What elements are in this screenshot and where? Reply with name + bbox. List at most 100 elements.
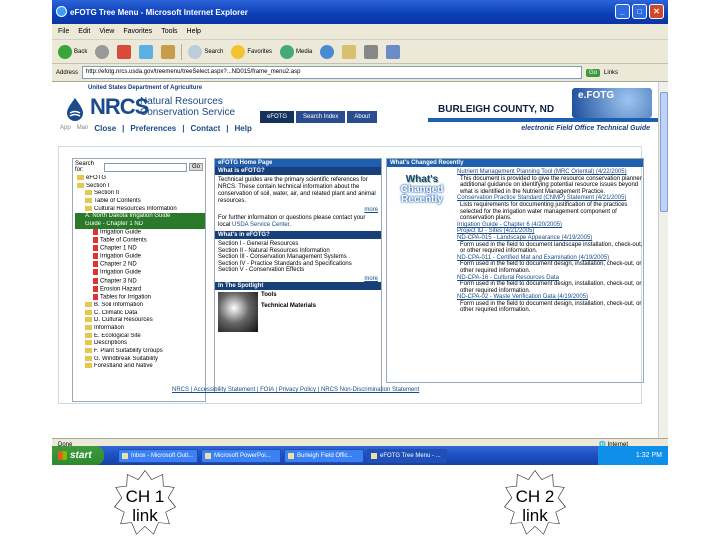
- back-button[interactable]: Back: [56, 44, 89, 59]
- edit-button[interactable]: [384, 44, 402, 59]
- tree-item[interactable]: Forestland and Native: [75, 363, 205, 371]
- tree-item[interactable]: Irrigation Guide: [75, 269, 205, 277]
- nrcs-subtitle: Natural Resources Conservation Service: [140, 96, 236, 118]
- changed-item-link[interactable]: ND-CPA-015 - Landscape Appearance (4/19/…: [457, 235, 643, 242]
- media-icon: [280, 44, 295, 59]
- inside-list-item[interactable]: Section V - Conservation Effects: [218, 267, 378, 274]
- stop-button[interactable]: [115, 44, 133, 59]
- whats-changed-graphic: What's Changed Recently: [389, 171, 455, 217]
- mail-button[interactable]: [340, 44, 358, 59]
- inside-list-item[interactable]: Section III - Conservation Management Sy…: [218, 254, 378, 261]
- taskbar-item[interactable]: eFOTG Tree Menu - ...: [367, 448, 447, 463]
- inside-list-item[interactable]: Section I - General Resources: [218, 241, 378, 248]
- tree-item[interactable]: Section II: [75, 190, 205, 198]
- tree-item[interactable]: Cultural Resources Information: [75, 206, 205, 214]
- callout-ch1-line1: CH 1: [125, 487, 165, 506]
- usda-label: United States Department of Agriculture: [88, 85, 203, 91]
- toolbar: Back Search Favorites Media: [52, 40, 668, 64]
- spot-tools[interactable]: Tools: [261, 292, 277, 298]
- changed-item-link[interactable]: Project ID - Sites (4/21/2005): [457, 228, 643, 235]
- tree-item[interactable]: Table of Contents: [75, 237, 205, 245]
- tree-item[interactable]: Erosion Hazard: [75, 286, 205, 294]
- search-go-button[interactable]: Go: [188, 163, 203, 171]
- menu-tools[interactable]: Tools: [161, 28, 177, 35]
- minimize-button[interactable]: _: [615, 4, 630, 19]
- taskbar-item[interactable]: Burleigh Field Offic...: [284, 448, 364, 463]
- changed-item-text: This document is provided to give the re…: [460, 175, 642, 195]
- app-label: App: [60, 125, 71, 131]
- tree-menu: eFOTG Section I Section II Table of Content…: [73, 175, 205, 371]
- media-button[interactable]: Media: [278, 44, 314, 59]
- spotlight-section: Tools Technical Materials: [215, 290, 381, 332]
- changed-item-link[interactable]: ND-CPA-02 - Waste Verification Data (4/1…: [457, 294, 643, 301]
- star-icon: [231, 44, 246, 59]
- tree-item[interactable]: Table of Contents: [75, 198, 205, 206]
- tree-item[interactable]: Chapter 3 ND: [75, 278, 205, 286]
- address-input[interactable]: http://efotg.nrcs.usda.gov/treemenu/tree…: [82, 66, 583, 79]
- inside-list-item[interactable]: Section II - Natural Resources Informati…: [218, 248, 378, 255]
- print-button[interactable]: [362, 44, 380, 59]
- link-preferences[interactable]: Preferences: [130, 124, 176, 133]
- callout-ch2-line2: link: [522, 506, 548, 525]
- tree-item[interactable]: E. Ecological Site: [75, 333, 205, 341]
- search-button[interactable]: Search: [186, 44, 225, 59]
- changed-item-link[interactable]: ND-CPA-011 - Certified Mat and Examinati…: [457, 255, 643, 262]
- footer-links[interactable]: NRCS | Accessibility Statement | FOIA | …: [172, 387, 419, 393]
- changed-item-link[interactable]: Nutrient Management Planning Tool (MRC O…: [457, 169, 643, 176]
- menu-view[interactable]: View: [99, 28, 114, 35]
- tree-item[interactable]: A. North Dakota Irrigation Guide: [75, 213, 205, 221]
- tree-item[interactable]: F. Plant Suitability Groups: [75, 348, 205, 356]
- callout-ch1-link[interactable]: CH 1 link: [114, 470, 176, 536]
- changed-item-link[interactable]: ND-CPA-16 - Cultural Resources Data: [457, 275, 643, 282]
- taskbar: start Inbox - Microsoft Outl... Microsoft…: [52, 446, 668, 465]
- edit-icon: [386, 44, 401, 59]
- forward-icon: [95, 44, 110, 59]
- back-icon: [58, 44, 72, 59]
- link-contact[interactable]: Contact: [190, 124, 220, 133]
- tree-item[interactable]: eFOTG: [75, 175, 205, 183]
- tree-item[interactable]: Section I: [75, 183, 205, 191]
- menu-help[interactable]: Help: [187, 28, 201, 35]
- start-button[interactable]: start: [52, 446, 104, 465]
- menu-edit[interactable]: Edit: [78, 28, 90, 35]
- tree-item[interactable]: Irrigation Guide: [75, 253, 205, 261]
- vertical-scrollbar[interactable]: [658, 82, 668, 438]
- link-close[interactable]: Close: [94, 124, 116, 133]
- changed-item-link[interactable]: Conservation Practice Standard (CNMP) St…: [457, 195, 643, 202]
- tree-item[interactable]: Guide - Chapter 1 ND: [75, 220, 205, 229]
- top-links: App Man Close | Preferences | Contact | Hel…: [60, 123, 650, 133]
- tree-item[interactable]: Descriptions: [75, 340, 205, 348]
- history-button[interactable]: [318, 44, 336, 59]
- tree-item[interactable]: C. Climatic Data: [75, 310, 205, 318]
- favorites-button[interactable]: Favorites: [229, 44, 274, 59]
- close-button[interactable]: ✕: [649, 4, 664, 19]
- tree-item[interactable]: D. Cultural Resources: [75, 317, 205, 325]
- tree-item[interactable]: Tables for Irrigation: [75, 294, 205, 302]
- print-icon: [364, 44, 379, 59]
- tree-item[interactable]: Irrigation Guide: [75, 229, 205, 237]
- search-input[interactable]: [104, 162, 187, 172]
- tree-item[interactable]: Information: [75, 325, 205, 333]
- menu-favorites[interactable]: Favorites: [123, 28, 152, 35]
- tree-item[interactable]: G. Windbreak Suitability: [75, 356, 205, 364]
- callout-ch2-link[interactable]: CH 2 link: [504, 470, 566, 536]
- tree-item[interactable]: Chapter 2 ND: [75, 261, 205, 269]
- spot-materials[interactable]: Technical Materials: [261, 303, 316, 309]
- changed-item-link[interactable]: Irrigation Guide - Chapter 6 (4/20/2005): [457, 222, 643, 229]
- refresh-button[interactable]: [137, 44, 155, 59]
- spotlight-image[interactable]: [218, 291, 258, 332]
- go-button[interactable]: Go: [586, 68, 601, 77]
- tree-item[interactable]: Chapter 1 ND: [75, 245, 205, 253]
- taskbar-item[interactable]: Inbox - Microsoft Outl...: [118, 448, 198, 463]
- spotlight-header: In The Spotlight: [215, 281, 381, 290]
- links-label[interactable]: Links: [604, 70, 618, 76]
- taskbar-item[interactable]: Microsoft PowerPoi...: [201, 448, 281, 463]
- maximize-button[interactable]: □: [632, 4, 647, 19]
- link-help[interactable]: Help: [235, 124, 252, 133]
- menu-file[interactable]: File: [58, 28, 69, 35]
- service-center-link[interactable]: USDA Service Center.: [232, 222, 291, 228]
- home-button[interactable]: [159, 44, 177, 59]
- tree-item[interactable]: B. Soil Information: [75, 302, 205, 310]
- inside-list-item[interactable]: Section IV - Practice Standards and Spec…: [218, 261, 378, 268]
- forward-button[interactable]: [93, 44, 111, 59]
